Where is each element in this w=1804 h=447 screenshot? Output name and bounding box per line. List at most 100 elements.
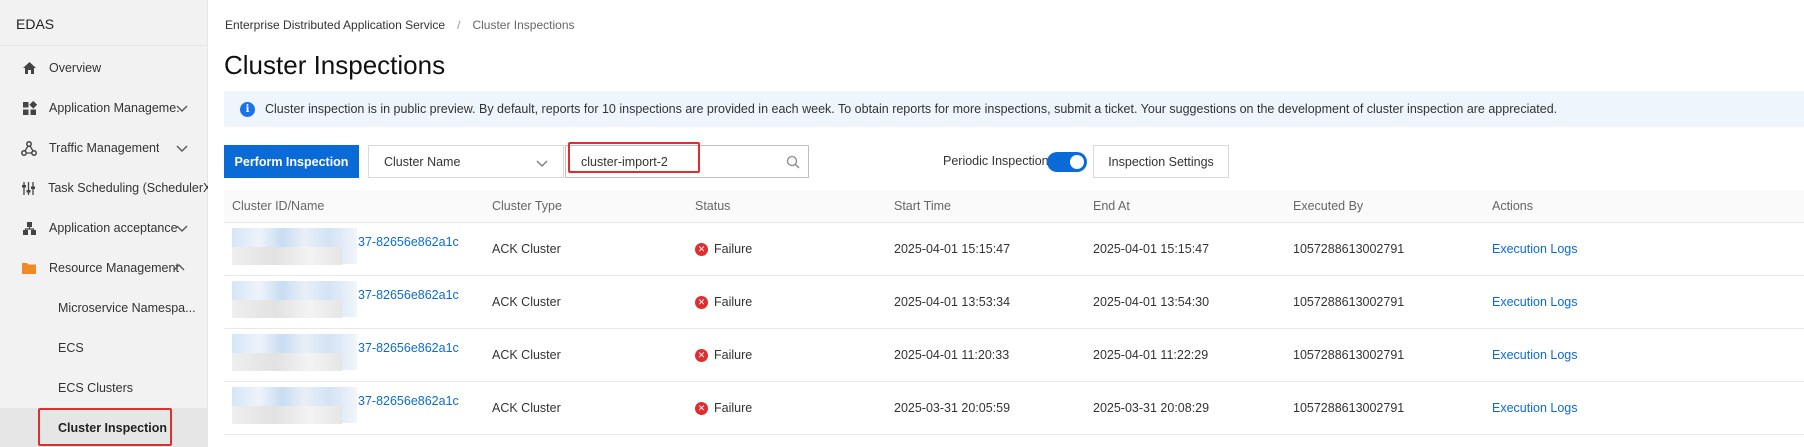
cluster-id-link[interactable]: 37-82656e862a1c (358, 394, 459, 408)
executed-by: 1057288613002791 (1293, 295, 1405, 309)
column-header: Status (695, 199, 731, 213)
redacted-cluster-name (232, 406, 342, 424)
failure-icon: ✕ (695, 401, 708, 415)
table-row: 37-82656e862a1c ACK Cluster ✕ Failure 202… (224, 382, 1804, 435)
cluster-type: ACK Cluster (492, 242, 561, 256)
select-value: Cluster Name (384, 154, 461, 169)
breadcrumb-root-link[interactable]: Enterprise Distributed Application Servi… (225, 18, 445, 32)
info-notice: i Cluster inspection is in public previe… (224, 91, 1804, 127)
status: ✕ Failure (695, 401, 752, 415)
sidebar-subitem-microservice-namespaces[interactable]: Microservice Namespa... (0, 288, 208, 328)
redacted-cluster-name (232, 300, 342, 318)
page-title: Cluster Inspections (224, 50, 446, 80)
acceptance-icon (19, 221, 39, 236)
home-icon (19, 61, 39, 75)
inspection-settings-button[interactable]: Inspection Settings (1093, 145, 1229, 178)
chevron-down-icon[interactable] (175, 141, 189, 155)
sidebar-item-label: Application Manageme... (49, 101, 179, 115)
end-time: 2025-04-01 11:22:29 (1093, 348, 1209, 362)
scheduler-icon (19, 181, 38, 196)
executed-by: 1057288613002791 (1293, 242, 1405, 256)
sidebar: EDAS Overview Application Manageme... Tr… (0, 0, 208, 447)
cluster-type: ACK Cluster (492, 401, 561, 415)
status: ✕ Failure (695, 295, 752, 309)
start-time: 2025-04-01 11:20:33 (894, 348, 1010, 362)
redacted-cluster-name (232, 247, 342, 265)
sidebar-item-application-management[interactable]: Application Manageme... (0, 88, 208, 128)
toolbar: Perform Inspection Cluster Name Periodic… (224, 142, 1804, 178)
sidebar-item-label: Traffic Management (49, 141, 160, 155)
column-header: Cluster ID/Name (232, 199, 325, 213)
sidebar-item-traffic-management[interactable]: Traffic Management (0, 128, 208, 168)
status-text: Failure (714, 348, 753, 362)
cluster-id-link[interactable]: 37-82656e862a1c (358, 235, 459, 249)
apps-grid-icon (19, 100, 39, 116)
table-header: Cluster ID/Name Cluster Type Status Star… (224, 190, 1804, 223)
column-header: Actions (1492, 199, 1533, 213)
periodic-inspection-toggle[interactable] (1047, 152, 1087, 172)
executed-by: 1057288613002791 (1293, 348, 1405, 362)
cluster-type: ACK Cluster (492, 348, 561, 362)
end-time: 2025-04-01 15:15:47 (1093, 242, 1210, 256)
execution-logs-link[interactable]: Execution Logs (1492, 401, 1577, 415)
execution-logs-link[interactable]: Execution Logs (1492, 242, 1577, 256)
main-content: Enterprise Distributed Application Servi… (208, 0, 1804, 447)
status: ✕ Failure (695, 348, 752, 362)
sidebar-item-label: Overview (49, 61, 102, 75)
column-header: Executed By (1293, 199, 1364, 213)
folder-icon (19, 261, 39, 275)
table-row: 37-82656e862a1c ACK Cluster ✕ Failure 202… (224, 276, 1804, 329)
start-time: 2025-04-01 15:15:47 (894, 242, 1011, 256)
breadcrumb-separator: / (457, 18, 461, 32)
toggle-knob (1070, 155, 1084, 169)
start-time: 2025-03-31 20:05:59 (894, 401, 1011, 415)
app-root: EDAS Overview Application Manageme... Tr… (0, 0, 1804, 447)
chevron-down-icon (536, 160, 548, 167)
sidebar-subitem-ecs-clusters[interactable]: ECS Clusters (0, 368, 208, 408)
sidebar-subitem-ecs[interactable]: ECS (0, 328, 208, 368)
cluster-id-link[interactable]: 37-82656e862a1c (358, 341, 459, 355)
periodic-inspection-label: Periodic Inspection: (943, 154, 1053, 168)
sidebar-item-resource-management[interactable]: Resource Management (0, 248, 208, 288)
perform-inspection-button[interactable]: Perform Inspection (224, 145, 359, 178)
sidebar-item-label: Resource Management (49, 261, 179, 275)
cluster-filter-select[interactable]: Cluster Name (368, 145, 564, 178)
highlight-box (38, 408, 172, 446)
cluster-type: ACK Cluster (492, 295, 561, 309)
sidebar-item-task-scheduling[interactable]: Task Scheduling (SchedulerX) (0, 168, 208, 208)
table-row: 37-82656e862a1c ACK Cluster ✕ Failure 202… (224, 329, 1804, 382)
cluster-id-link[interactable]: 37-82656e862a1c (358, 288, 459, 302)
status-text: Failure (714, 242, 753, 256)
column-header: Start Time (894, 199, 951, 213)
execution-logs-link[interactable]: Execution Logs (1492, 295, 1577, 309)
traffic-icon (19, 140, 39, 156)
highlight-box (568, 142, 700, 173)
start-time: 2025-04-01 13:53:34 (894, 295, 1011, 309)
sidebar-item-application-acceptance[interactable]: Application acceptance (0, 208, 208, 248)
chevron-down-icon[interactable] (175, 221, 189, 235)
failure-icon: ✕ (695, 295, 708, 309)
execution-logs-link[interactable]: Execution Logs (1492, 348, 1577, 362)
redacted-cluster-name (232, 353, 342, 371)
notice-text: Cluster inspection is in public preview.… (265, 102, 1558, 116)
inspections-table: Cluster ID/Name Cluster Type Status Star… (224, 190, 1804, 435)
end-time: 2025-04-01 13:54:30 (1093, 295, 1210, 309)
failure-icon: ✕ (695, 348, 708, 362)
breadcrumb-current: Cluster Inspections (472, 18, 575, 32)
sidebar-item-overview[interactable]: Overview (0, 48, 208, 88)
breadcrumb: Enterprise Distributed Application Servi… (225, 18, 575, 32)
search-icon[interactable] (786, 155, 800, 169)
info-icon: i (240, 101, 255, 117)
status-text: Failure (714, 401, 753, 415)
brand-title: EDAS (0, 0, 207, 46)
executed-by: 1057288613002791 (1293, 401, 1405, 415)
column-header: End At (1093, 199, 1130, 213)
chevron-down-icon[interactable] (175, 101, 189, 115)
chevron-up-icon[interactable] (172, 261, 186, 275)
status-text: Failure (714, 295, 753, 309)
table-row: 37-82656e862a1c ACK Cluster ✕ Failure 202… (224, 223, 1804, 276)
column-header: Cluster Type (492, 199, 562, 213)
sidebar-item-label: Task Scheduling (SchedulerX) (48, 181, 208, 195)
sidebar-item-label: Application acceptance (49, 221, 178, 235)
status: ✕ Failure (695, 242, 752, 256)
